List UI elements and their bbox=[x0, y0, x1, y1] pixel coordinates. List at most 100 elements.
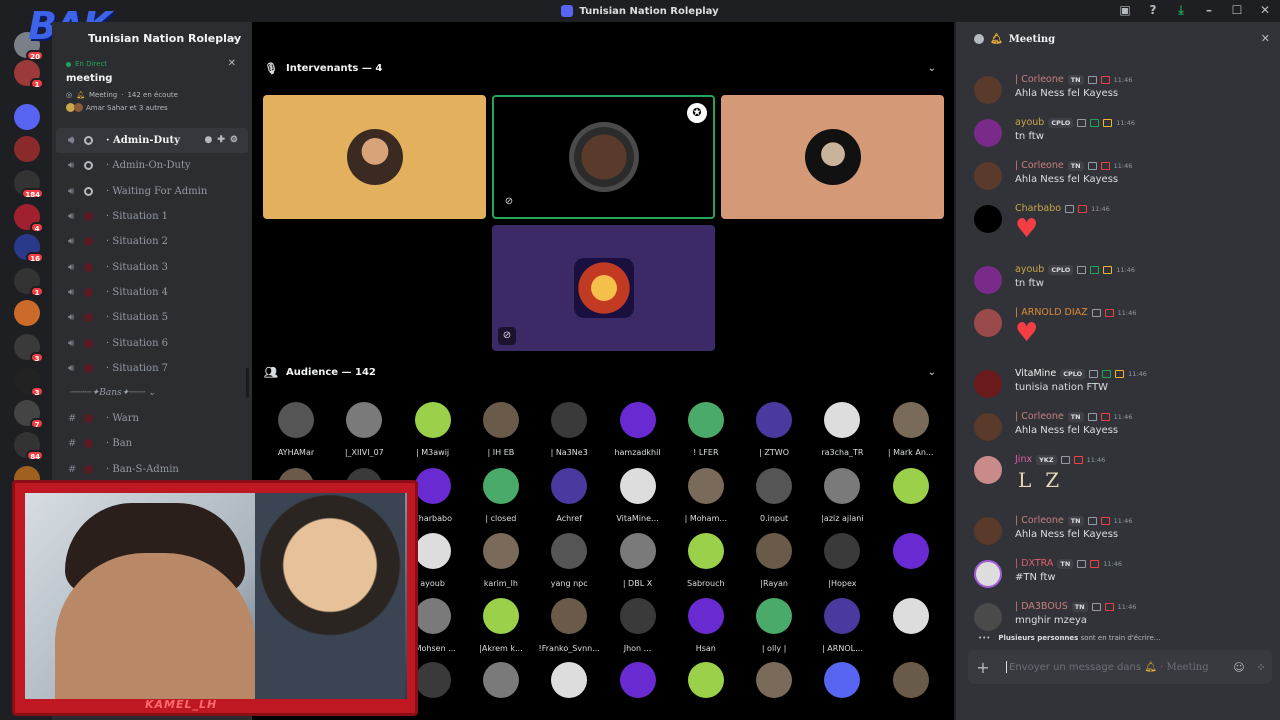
audience-member[interactable]: karim_lh bbox=[467, 533, 535, 588]
chevron-down-icon[interactable]: ⌄ bbox=[230, 31, 238, 42]
message-author[interactable]: | DA3BOUS bbox=[1015, 601, 1068, 612]
server-icon[interactable]: 84 bbox=[14, 432, 44, 461]
apps-icon[interactable]: ⁘ bbox=[1250, 661, 1272, 674]
voice-channel[interactable]: 🔊︎ · Situation 1 bbox=[52, 204, 252, 229]
server-icon[interactable] bbox=[14, 136, 40, 162]
voice-channel[interactable]: 🔊︎ · Situation 5 bbox=[52, 305, 252, 330]
inbox-icon[interactable]: ▣ bbox=[1118, 3, 1132, 17]
audience-member[interactable]: | M3awij bbox=[399, 402, 467, 457]
server-icon[interactable] bbox=[14, 104, 40, 130]
server-icon[interactable]: 3 bbox=[14, 334, 44, 363]
audience-member[interactable]: | olly | bbox=[740, 598, 808, 653]
download-icon[interactable]: ⤓ bbox=[1174, 3, 1188, 17]
server-icon[interactable]: 184 bbox=[14, 170, 44, 199]
message-author[interactable]: | Corleone bbox=[1015, 74, 1064, 85]
voice-channel[interactable]: 🔊︎ · Situation 7 bbox=[52, 356, 252, 381]
avatar[interactable] bbox=[974, 205, 1002, 233]
audience-member[interactable]: | closed bbox=[467, 468, 535, 523]
server-header[interactable]: Tunisian Nation Roleplay ⌄ bbox=[52, 22, 252, 54]
audience-member[interactable] bbox=[672, 662, 740, 698]
voice-channel[interactable]: 🔊︎ · Admin-On-Duty bbox=[52, 153, 252, 178]
voice-channel[interactable]: 🔊︎ · Admin-Duty ● ✚ ⚙ bbox=[56, 128, 248, 154]
server-icon[interactable]: 1 bbox=[14, 268, 44, 297]
voice-channel[interactable]: 🔊︎ · Situation 6 bbox=[52, 330, 252, 355]
maximize-icon[interactable]: ☐ bbox=[1230, 3, 1244, 17]
message-author[interactable]: ayoub bbox=[1015, 264, 1044, 275]
audience-member[interactable]: yang npc bbox=[535, 533, 603, 588]
audience-member[interactable] bbox=[877, 468, 945, 514]
emoji-icon[interactable]: ☺ bbox=[1228, 661, 1250, 674]
category-bans[interactable]: ┄┄┄┄✦ Bans ✦┄┄┄ ⌄ bbox=[52, 381, 252, 406]
text-channel[interactable]: # · Ban-S-Admin bbox=[52, 457, 252, 482]
audience-header[interactable]: 👥︎ Audience — 142 ⌄ bbox=[264, 366, 942, 379]
message-author[interactable]: | Corleone bbox=[1015, 160, 1064, 171]
audience-member[interactable] bbox=[535, 662, 603, 698]
speaker-tile-speaking[interactable]: ✪ ⊘ bbox=[492, 95, 715, 219]
server-icon[interactable]: 1 bbox=[14, 60, 44, 89]
text-channel[interactable]: # · Warn bbox=[52, 406, 252, 431]
sidebar-scrollbar[interactable] bbox=[246, 368, 249, 398]
avatar[interactable] bbox=[974, 560, 1002, 588]
close-icon[interactable]: ✕ bbox=[228, 58, 236, 69]
server-icon[interactable]: 16 bbox=[14, 234, 44, 263]
audience-member[interactable]: |_XIIVI_07 bbox=[330, 402, 398, 457]
avatar[interactable] bbox=[974, 517, 1002, 545]
audience-member[interactable] bbox=[877, 533, 945, 579]
avatar[interactable] bbox=[974, 370, 1002, 398]
audience-member[interactable]: | ZTWO bbox=[740, 402, 808, 457]
audience-member[interactable]: |Akrem k... bbox=[467, 598, 535, 653]
audience-member[interactable] bbox=[877, 662, 945, 698]
settings-icon[interactable]: ⚙ bbox=[230, 135, 238, 145]
audience-member[interactable]: |Hopex bbox=[808, 533, 876, 588]
server-icon[interactable]: 3 bbox=[14, 368, 44, 397]
audience-member[interactable]: | DBL X bbox=[604, 533, 672, 588]
audience-member[interactable]: Sabrouch bbox=[672, 533, 740, 588]
message-author[interactable]: | DXTRA bbox=[1015, 558, 1053, 569]
audience-member[interactable]: |Rayan bbox=[740, 533, 808, 588]
avatar[interactable] bbox=[974, 309, 1002, 337]
invite-icon[interactable]: ✚ bbox=[217, 135, 225, 145]
audience-member[interactable]: ! LFER bbox=[672, 402, 740, 457]
help-icon[interactable]: ? bbox=[1146, 3, 1160, 17]
audience-member[interactable]: | IH EB bbox=[467, 402, 535, 457]
avatar[interactable] bbox=[974, 76, 1002, 104]
voice-channel[interactable]: 🔊︎ · Situation 2 bbox=[52, 229, 252, 254]
audience-member[interactable]: Jhon ... bbox=[604, 598, 672, 653]
close-icon[interactable]: ✕ bbox=[1261, 32, 1270, 45]
audience-member[interactable]: 0.input bbox=[740, 468, 808, 523]
message-input[interactable]: + Envoyer un message dans 🔔︎ · Meeting ☺… bbox=[968, 650, 1272, 684]
audience-member[interactable]: | Mark An... bbox=[877, 402, 945, 457]
close-icon[interactable]: ✕ bbox=[1258, 3, 1272, 17]
audience-member[interactable] bbox=[467, 662, 535, 698]
audience-member[interactable]: |aziz ajlani bbox=[808, 468, 876, 523]
voice-channel[interactable]: 🔊︎ · Situation 4 bbox=[52, 280, 252, 305]
audience-member[interactable]: Achref bbox=[535, 468, 603, 523]
server-icon[interactable]: 4 bbox=[14, 204, 44, 233]
audience-member[interactable]: | ARNOL... bbox=[808, 598, 876, 653]
message-author[interactable]: ayoub bbox=[1015, 117, 1044, 128]
audience-member[interactable]: !Franko_Svnn... bbox=[535, 598, 603, 653]
audience-member[interactable]: VitaMine... bbox=[604, 468, 672, 523]
audience-member[interactable]: Hsan bbox=[672, 598, 740, 653]
audience-member[interactable]: ra3cha_TR bbox=[808, 402, 876, 457]
server-icon[interactable]: 7 bbox=[14, 400, 44, 429]
message-author[interactable]: Charbabo bbox=[1015, 203, 1061, 214]
avatar[interactable] bbox=[974, 456, 1002, 484]
chevron-down-icon[interactable]: ⌄ bbox=[928, 63, 936, 74]
speakers-header[interactable]: 🎙︎ Intervenants — 4 ⌄ bbox=[264, 62, 942, 75]
chevron-down-icon[interactable]: ⌄ bbox=[928, 367, 936, 378]
voice-channel[interactable]: 🔊︎ · Waiting For Admin bbox=[52, 179, 252, 204]
audience-member[interactable]: | Na3Ne3 bbox=[535, 402, 603, 457]
message-author[interactable]: | Corleone bbox=[1015, 515, 1064, 526]
server-icon[interactable] bbox=[14, 300, 40, 326]
avatar[interactable] bbox=[974, 162, 1002, 190]
audience-member[interactable]: hamzadkhil bbox=[604, 402, 672, 457]
avatar[interactable] bbox=[974, 266, 1002, 294]
stage-name[interactable]: meeting bbox=[66, 73, 238, 84]
message-author[interactable]: | Corleone bbox=[1015, 411, 1064, 422]
speaker-tile[interactable]: ⊘ bbox=[492, 225, 715, 351]
minimize-icon[interactable]: – bbox=[1202, 3, 1216, 17]
avatar[interactable] bbox=[974, 603, 1002, 631]
audience-member[interactable]: | Moham... bbox=[672, 468, 740, 523]
message-author[interactable]: Jinx bbox=[1015, 454, 1032, 465]
